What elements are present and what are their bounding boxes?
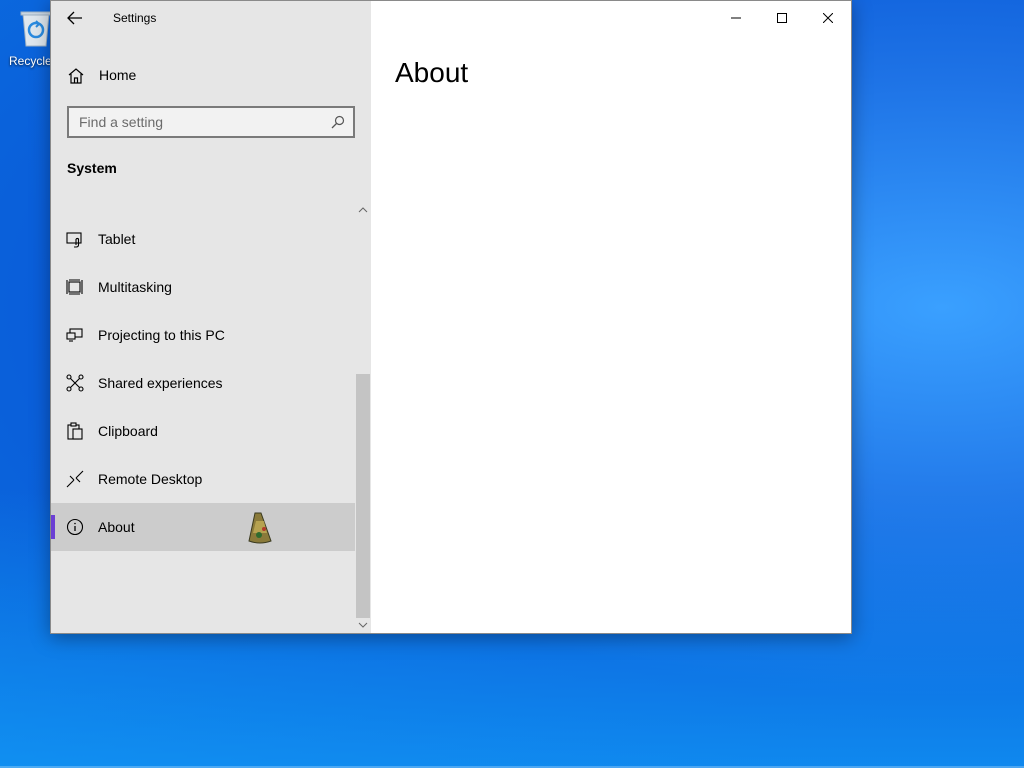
close-icon — [823, 13, 833, 23]
app-title: Settings — [113, 11, 157, 25]
back-button[interactable] — [61, 7, 89, 29]
recycle-bin-icon — [18, 6, 54, 48]
busy-cursor-icon — [248, 512, 272, 544]
close-button[interactable] — [805, 1, 851, 35]
search-box[interactable] — [67, 106, 355, 138]
nav-item-label: Multitasking — [98, 279, 172, 295]
title-bar: Settings — [51, 1, 371, 35]
nav-item-projecting[interactable]: Projecting to this PC — [51, 311, 355, 359]
tablet-icon — [66, 232, 82, 248]
nav-item-label: Tablet — [98, 231, 136, 247]
content-pane: About — [371, 1, 851, 633]
search-icon[interactable] — [323, 115, 353, 129]
nav-item-label: Shared experiences — [98, 375, 223, 391]
nav-item-multitasking[interactable]: Multitasking — [51, 263, 355, 311]
scroll-up-arrow-icon[interactable] — [356, 203, 370, 217]
maximize-icon — [777, 13, 787, 23]
nav-item-shared-experiences[interactable]: Shared experiences — [51, 359, 355, 407]
nav-item-remote-desktop[interactable]: Remote Desktop — [51, 455, 355, 503]
nav-item-tablet[interactable]: Tablet — [51, 215, 355, 263]
back-arrow-icon — [67, 11, 82, 25]
nav-item-about[interactable]: About — [51, 503, 355, 551]
projecting-icon — [66, 328, 83, 342]
maximize-button[interactable] — [759, 1, 805, 35]
page-title: About — [395, 57, 469, 88]
search-input[interactable] — [69, 108, 323, 136]
section-title: System — [67, 160, 117, 176]
nav-item-label: Remote Desktop — [98, 471, 203, 487]
system-settings-menu: Tablet Multitasking Projecting to this P… — [51, 215, 355, 551]
home-nav-item[interactable]: Home — [51, 57, 371, 93]
minimize-button[interactable] — [713, 1, 759, 35]
remote-desktop-icon — [66, 470, 84, 488]
home-icon — [68, 68, 84, 84]
navigation-pane: Settings Home System — [51, 1, 371, 633]
clipboard-icon — [67, 422, 83, 440]
nav-item-label: Projecting to this PC — [98, 327, 225, 343]
scrollbar-thumb[interactable] — [356, 374, 370, 618]
minimize-icon — [731, 17, 741, 19]
shared-experiences-icon — [66, 374, 84, 392]
home-label: Home — [99, 67, 137, 83]
nav-item-clipboard[interactable]: Clipboard — [51, 407, 355, 455]
multitasking-icon — [66, 279, 83, 295]
nav-item-label: About — [98, 519, 135, 535]
info-icon — [66, 518, 84, 536]
settings-window: Settings Home System — [50, 0, 852, 634]
nav-item-label: Clipboard — [98, 423, 158, 439]
scroll-down-arrow-icon[interactable] — [356, 618, 370, 632]
